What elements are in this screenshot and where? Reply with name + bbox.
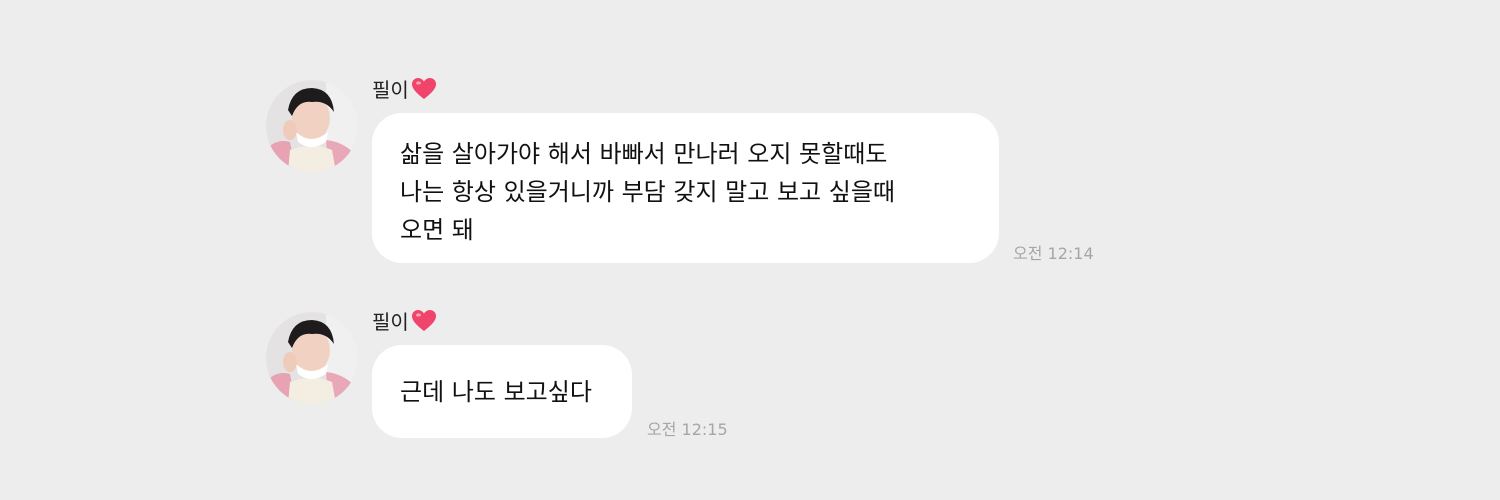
sender-name: 필이 (372, 74, 437, 103)
message-line: 삶을 살아가야 해서 바빠서 만나러 오지 못할때도 (400, 140, 888, 168)
heart-emoji-icon (411, 77, 437, 101)
heart-emoji-icon (411, 309, 437, 333)
message-bubble[interactable]: 삶을 살아가야 해서 바빠서 만나러 오지 못할때도 나는 항상 있을거니까 부… (372, 113, 999, 263)
message-line: 근데 나도 보고싶다 (400, 378, 592, 406)
message-bubble[interactable]: 근데 나도 보고싶다 (372, 345, 632, 438)
sender-name-text: 필이 (372, 78, 409, 102)
sender-name: 필이 (372, 306, 437, 335)
message-timestamp: 오전 12:14 (1013, 244, 1094, 263)
message-timestamp: 오전 12:15 (647, 420, 728, 439)
sender-name-text: 필이 (372, 310, 409, 334)
message-line: 나는 항상 있을거니까 부담 갖지 말고 보고 싶을때 (400, 178, 896, 206)
message-line: 오면 돼 (400, 216, 474, 244)
avatar[interactable] (266, 80, 358, 172)
avatar[interactable] (266, 312, 358, 404)
